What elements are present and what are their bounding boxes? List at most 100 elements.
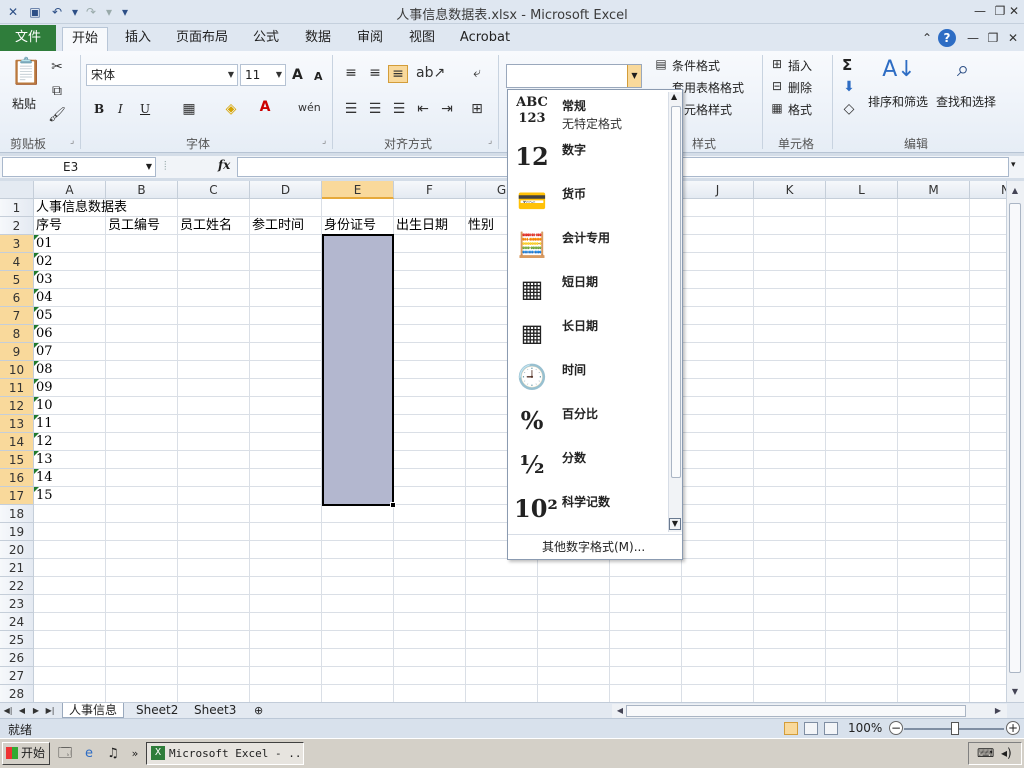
fill-handle[interactable]	[390, 502, 396, 508]
format-cells-button[interactable]: 格式	[788, 101, 812, 118]
alignment-launcher-icon[interactable]: ⌟	[488, 136, 492, 146]
paste-icon[interactable]: 📋	[10, 57, 42, 91]
row-header-26[interactable]: 26	[0, 649, 34, 667]
number-format-combo[interactable]: ▼	[506, 64, 642, 88]
conditional-format-button[interactable]: 条件格式	[672, 57, 720, 74]
vertical-scrollbar[interactable]: ▲ ▼	[1006, 181, 1024, 702]
dropdown-scroll-thumb[interactable]	[671, 106, 681, 478]
tab-data[interactable]: 数据	[298, 27, 338, 51]
scroll-down-icon[interactable]: ▼	[1007, 684, 1023, 700]
autosum-button[interactable]: Σ	[842, 56, 852, 74]
clipboard-launcher-icon[interactable]: ⌟	[70, 136, 74, 146]
find-select-button[interactable]: 查找和选择	[936, 93, 996, 110]
row-header-17[interactable]: 17	[0, 487, 34, 505]
tab-acrobat[interactable]: Acrobat	[454, 27, 516, 51]
column-header-c[interactable]: C	[178, 181, 250, 199]
column-header-a[interactable]: A	[34, 181, 106, 199]
copy-icon[interactable]: ⧉	[48, 83, 66, 99]
row-header-15[interactable]: 15	[0, 451, 34, 469]
minimize-ribbon-icon[interactable]: ⌃	[918, 29, 936, 47]
number-format-option[interactable]: % 百分比	[508, 399, 670, 443]
selection-range[interactable]	[322, 234, 394, 506]
chevron-down-icon[interactable]: ▼	[273, 65, 285, 85]
tab-file[interactable]: 文件	[0, 25, 56, 51]
scroll-right-icon[interactable]: ▶	[990, 703, 1006, 719]
decrease-indent-icon[interactable]: ⇤	[414, 101, 432, 117]
fill-color-icon[interactable]: ◈	[222, 101, 240, 117]
browser-icon[interactable]: e	[80, 745, 98, 763]
number-format-option[interactable]: ▦ 长日期	[508, 311, 670, 355]
chevron-down-icon[interactable]: ▼	[225, 65, 237, 85]
select-all-corner[interactable]	[0, 181, 34, 199]
dropdown-scrollbar[interactable]: ▲ ▼	[668, 92, 682, 532]
scroll-down-icon[interactable]: ▼	[669, 518, 681, 530]
align-bottom-icon[interactable]: ≡	[388, 65, 408, 83]
find-select-icon[interactable]: ⌕	[946, 57, 980, 87]
column-header-d[interactable]: D	[250, 181, 322, 199]
taskbar-excel-button[interactable]: X Microsoft Excel - ...	[146, 742, 304, 765]
row-header-16[interactable]: 16	[0, 469, 34, 487]
insert-cells-button[interactable]: 插入	[788, 57, 812, 74]
keyboard-icon[interactable]: ⌨	[977, 746, 994, 760]
sort-filter-icon[interactable]: A↓	[882, 57, 916, 87]
row-header-10[interactable]: 10	[0, 361, 34, 379]
row-header-5[interactable]: 5	[0, 271, 34, 289]
close-icon[interactable]: ✕	[1004, 2, 1024, 20]
cell-header-6[interactable]: 性别	[466, 217, 494, 235]
sheet-tab-sheet2[interactable]: Sheet2	[130, 703, 184, 718]
zoom-slider-knob[interactable]	[951, 722, 959, 735]
number-format-option[interactable]: ½ 分数	[508, 443, 670, 487]
workbook-close-icon[interactable]: ✕	[1004, 29, 1022, 47]
delete-cells-icon[interactable]: ⊟	[768, 79, 786, 93]
number-format-option[interactable]: 10² 科学记数	[508, 487, 670, 531]
insert-cells-icon[interactable]: ⊞	[768, 57, 786, 71]
row-header-1[interactable]: 1	[0, 199, 34, 217]
row-header-19[interactable]: 19	[0, 523, 34, 541]
align-center-icon[interactable]: ☰	[366, 101, 384, 117]
insert-sheet-icon[interactable]: ⊕	[248, 703, 269, 718]
bold-button[interactable]: B	[94, 102, 104, 116]
prev-sheet-icon[interactable]: ◀	[16, 703, 28, 718]
row-header-4[interactable]: 4	[0, 253, 34, 271]
row-header-13[interactable]: 13	[0, 415, 34, 433]
cut-icon[interactable]: ✂	[48, 59, 66, 75]
scroll-up-icon[interactable]: ▲	[1007, 183, 1023, 199]
zoom-out-icon[interactable]: −	[889, 721, 903, 735]
name-box[interactable]: E3 ▼	[2, 157, 156, 177]
row-header-22[interactable]: 22	[0, 577, 34, 595]
next-sheet-icon[interactable]: ▶	[30, 703, 42, 718]
help-icon[interactable]: ?	[938, 29, 956, 47]
font-size-combo[interactable]: 11 ▼	[240, 64, 286, 86]
formula-cancel-icon[interactable]: ⦙	[164, 159, 167, 174]
row-header-12[interactable]: 12	[0, 397, 34, 415]
cell-header-5[interactable]: 出生日期	[394, 217, 448, 235]
wrap-text-icon[interactable]: ⤶	[468, 65, 486, 81]
cell-a1-title[interactable]: 人事信息数据表	[34, 199, 127, 217]
page-layout-view-icon[interactable]	[804, 722, 818, 735]
number-format-option[interactable]: ABC 123 常规 无特定格式	[508, 91, 670, 135]
row-header-21[interactable]: 21	[0, 559, 34, 577]
more-number-formats[interactable]: 其他数字格式(M)...	[508, 534, 682, 560]
column-header-b[interactable]: B	[106, 181, 178, 199]
first-sheet-icon[interactable]: ◀|	[2, 703, 14, 718]
merge-center-icon[interactable]: ⊞	[466, 101, 488, 117]
column-header-f[interactable]: F	[394, 181, 466, 199]
row-header-2[interactable]: 2	[0, 217, 34, 235]
horizontal-scroll-thumb[interactable]	[626, 705, 966, 717]
media-icon[interactable]: ♫	[104, 745, 122, 763]
zoom-level[interactable]: 100%	[848, 721, 882, 735]
expand-formula-icon[interactable]: ▾	[1011, 160, 1016, 170]
row-header-23[interactable]: 23	[0, 595, 34, 613]
more-quick-launch-icon[interactable]: »	[126, 745, 144, 763]
row-header-6[interactable]: 6	[0, 289, 34, 307]
column-header-j[interactable]: J	[682, 181, 754, 199]
borders-icon[interactable]: ▦	[180, 101, 198, 117]
chevron-down-icon[interactable]: ▼	[146, 158, 152, 176]
page-break-view-icon[interactable]	[824, 722, 838, 735]
cell-header-4[interactable]: 身份证号	[322, 217, 376, 235]
tab-review[interactable]: 审阅	[350, 27, 390, 51]
underline-button[interactable]: U	[140, 102, 150, 116]
row-header-25[interactable]: 25	[0, 631, 34, 649]
column-header-n[interactable]: N	[970, 181, 1006, 199]
vertical-scroll-thumb[interactable]	[1009, 203, 1021, 673]
